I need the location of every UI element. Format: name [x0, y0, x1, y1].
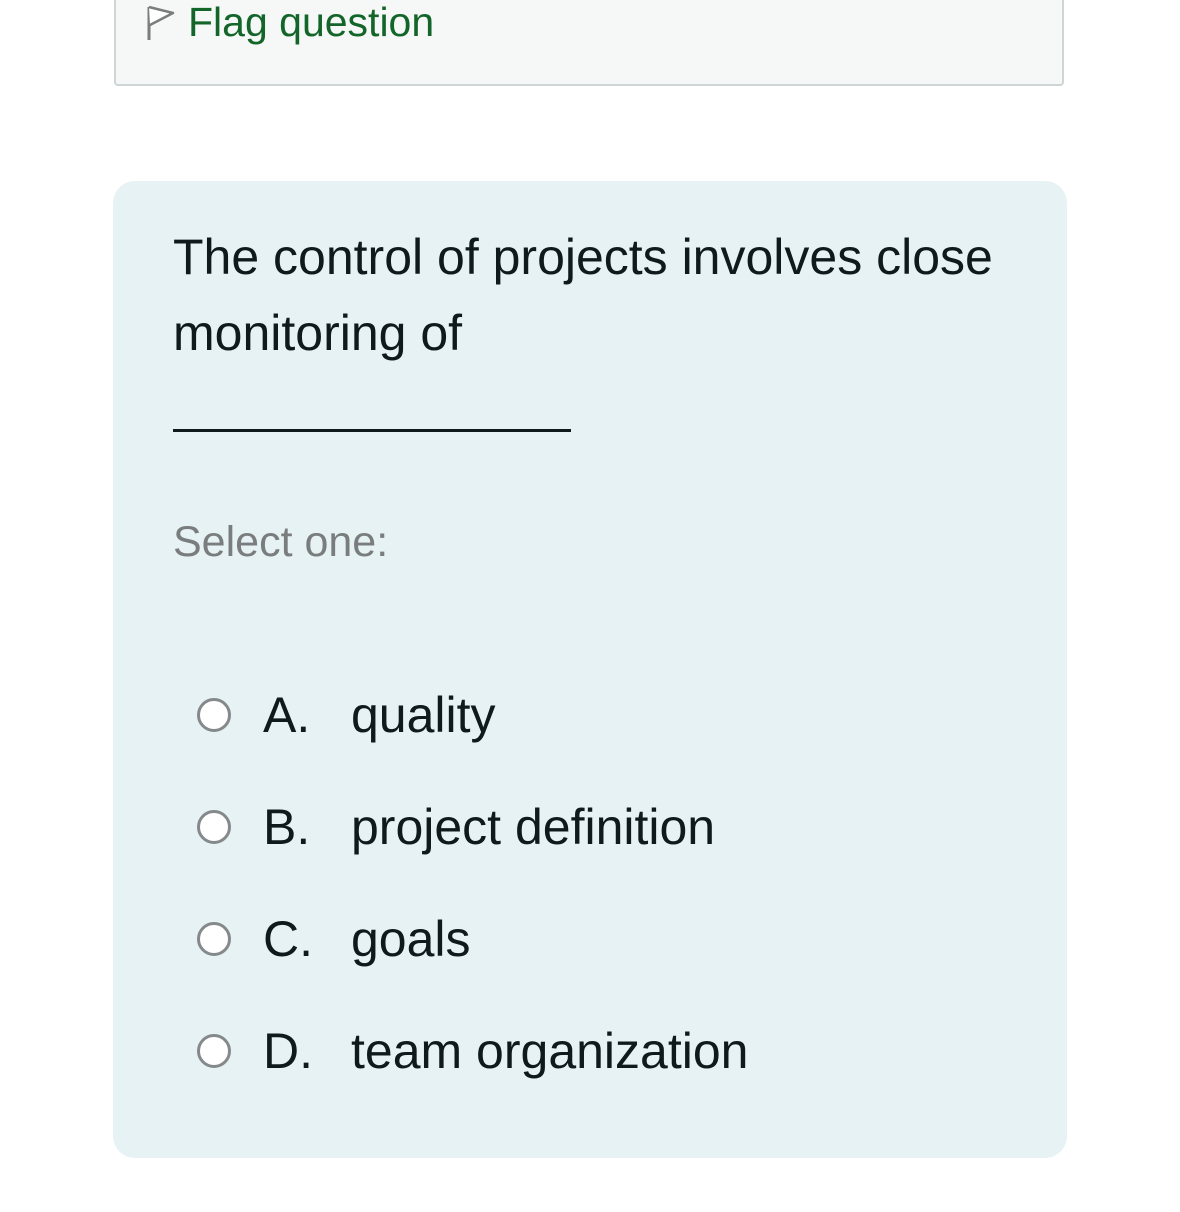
radio-button[interactable] [197, 1034, 231, 1068]
radio-button[interactable] [197, 810, 231, 844]
question-text: The control of projects involves close m… [173, 229, 993, 361]
answer-blank [173, 429, 571, 432]
option-text: goals [351, 911, 471, 967]
option-letter: A. [263, 687, 311, 743]
option-text: team organization [351, 1023, 749, 1079]
option-letter: D. [263, 1023, 313, 1079]
radio-button[interactable] [197, 922, 231, 956]
flag-icon [144, 3, 178, 43]
flag-question-link[interactable]: Flag question [144, 2, 434, 43]
radio-button[interactable] [197, 698, 231, 732]
answer-options: A. quality B. project definition C. goal… [197, 659, 748, 1107]
answer-option-b[interactable]: B. project definition [197, 771, 748, 883]
answer-option-c[interactable]: C. goals [197, 883, 748, 995]
question-formulation: The control of projects involves close m… [113, 181, 1067, 1158]
option-text: project definition [351, 799, 716, 855]
option-letter: B. [263, 799, 311, 855]
flag-question-label: Flag question [188, 0, 435, 45]
answer-option-a[interactable]: A. quality [197, 659, 748, 771]
quiz-page: Flag question The control of projects in… [0, 0, 1180, 1212]
answer-option-d[interactable]: D. team organization [197, 995, 748, 1107]
option-text: quality [351, 687, 496, 743]
select-one-prompt: Select one: [173, 518, 389, 566]
question-info-panel: Flag question [114, 0, 1064, 86]
option-letter: C. [263, 911, 313, 967]
